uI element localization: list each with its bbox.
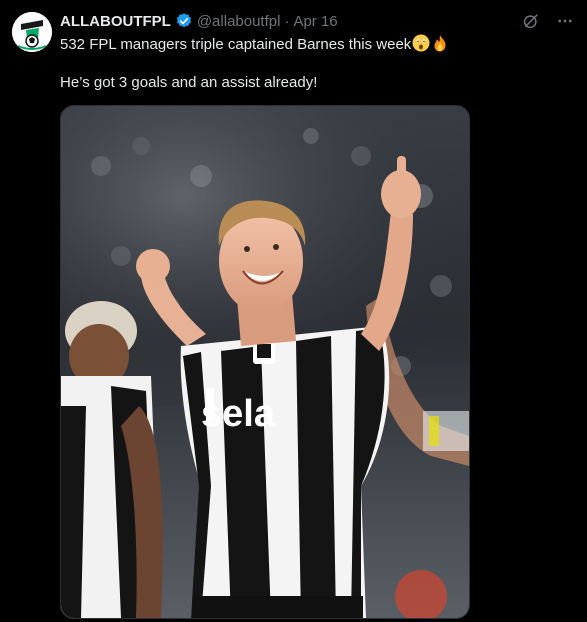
player-celebration-photo-icon: sela [61, 106, 469, 618]
author-name[interactable]: ALLABOUTFPL [60, 13, 171, 30]
tweet-text-line2: He’s got 3 goals and an assist already! [60, 74, 318, 91]
author-avatar[interactable] [12, 12, 52, 52]
allaboutfpl-logo-icon [12, 12, 52, 52]
header-separator: · [284, 12, 290, 30]
fire-emoji-icon [431, 34, 449, 52]
verified-badge-icon [175, 12, 193, 30]
tweet-date[interactable]: Apr 16 [293, 13, 337, 30]
astonished-face-emoji-icon [412, 34, 430, 52]
author-handle[interactable]: @allaboutfpl [197, 13, 281, 30]
grok-icon[interactable] [521, 11, 541, 31]
tweet-card[interactable]: ALLABOUTFPL @allaboutfpl · Apr 16 532 FP… [0, 0, 587, 622]
tweet-text-line1: 532 FPL managers triple captained Barnes… [60, 34, 449, 55]
more-options-icon[interactable] [555, 11, 575, 31]
tweet-top-actions [521, 11, 575, 31]
tweet-header: ALLABOUTFPL @allaboutfpl · Apr 16 [60, 11, 338, 31]
tweet-text-main: 532 FPL managers triple captained Barnes… [60, 36, 412, 53]
tweet-media-photo[interactable]: sela [60, 105, 470, 619]
